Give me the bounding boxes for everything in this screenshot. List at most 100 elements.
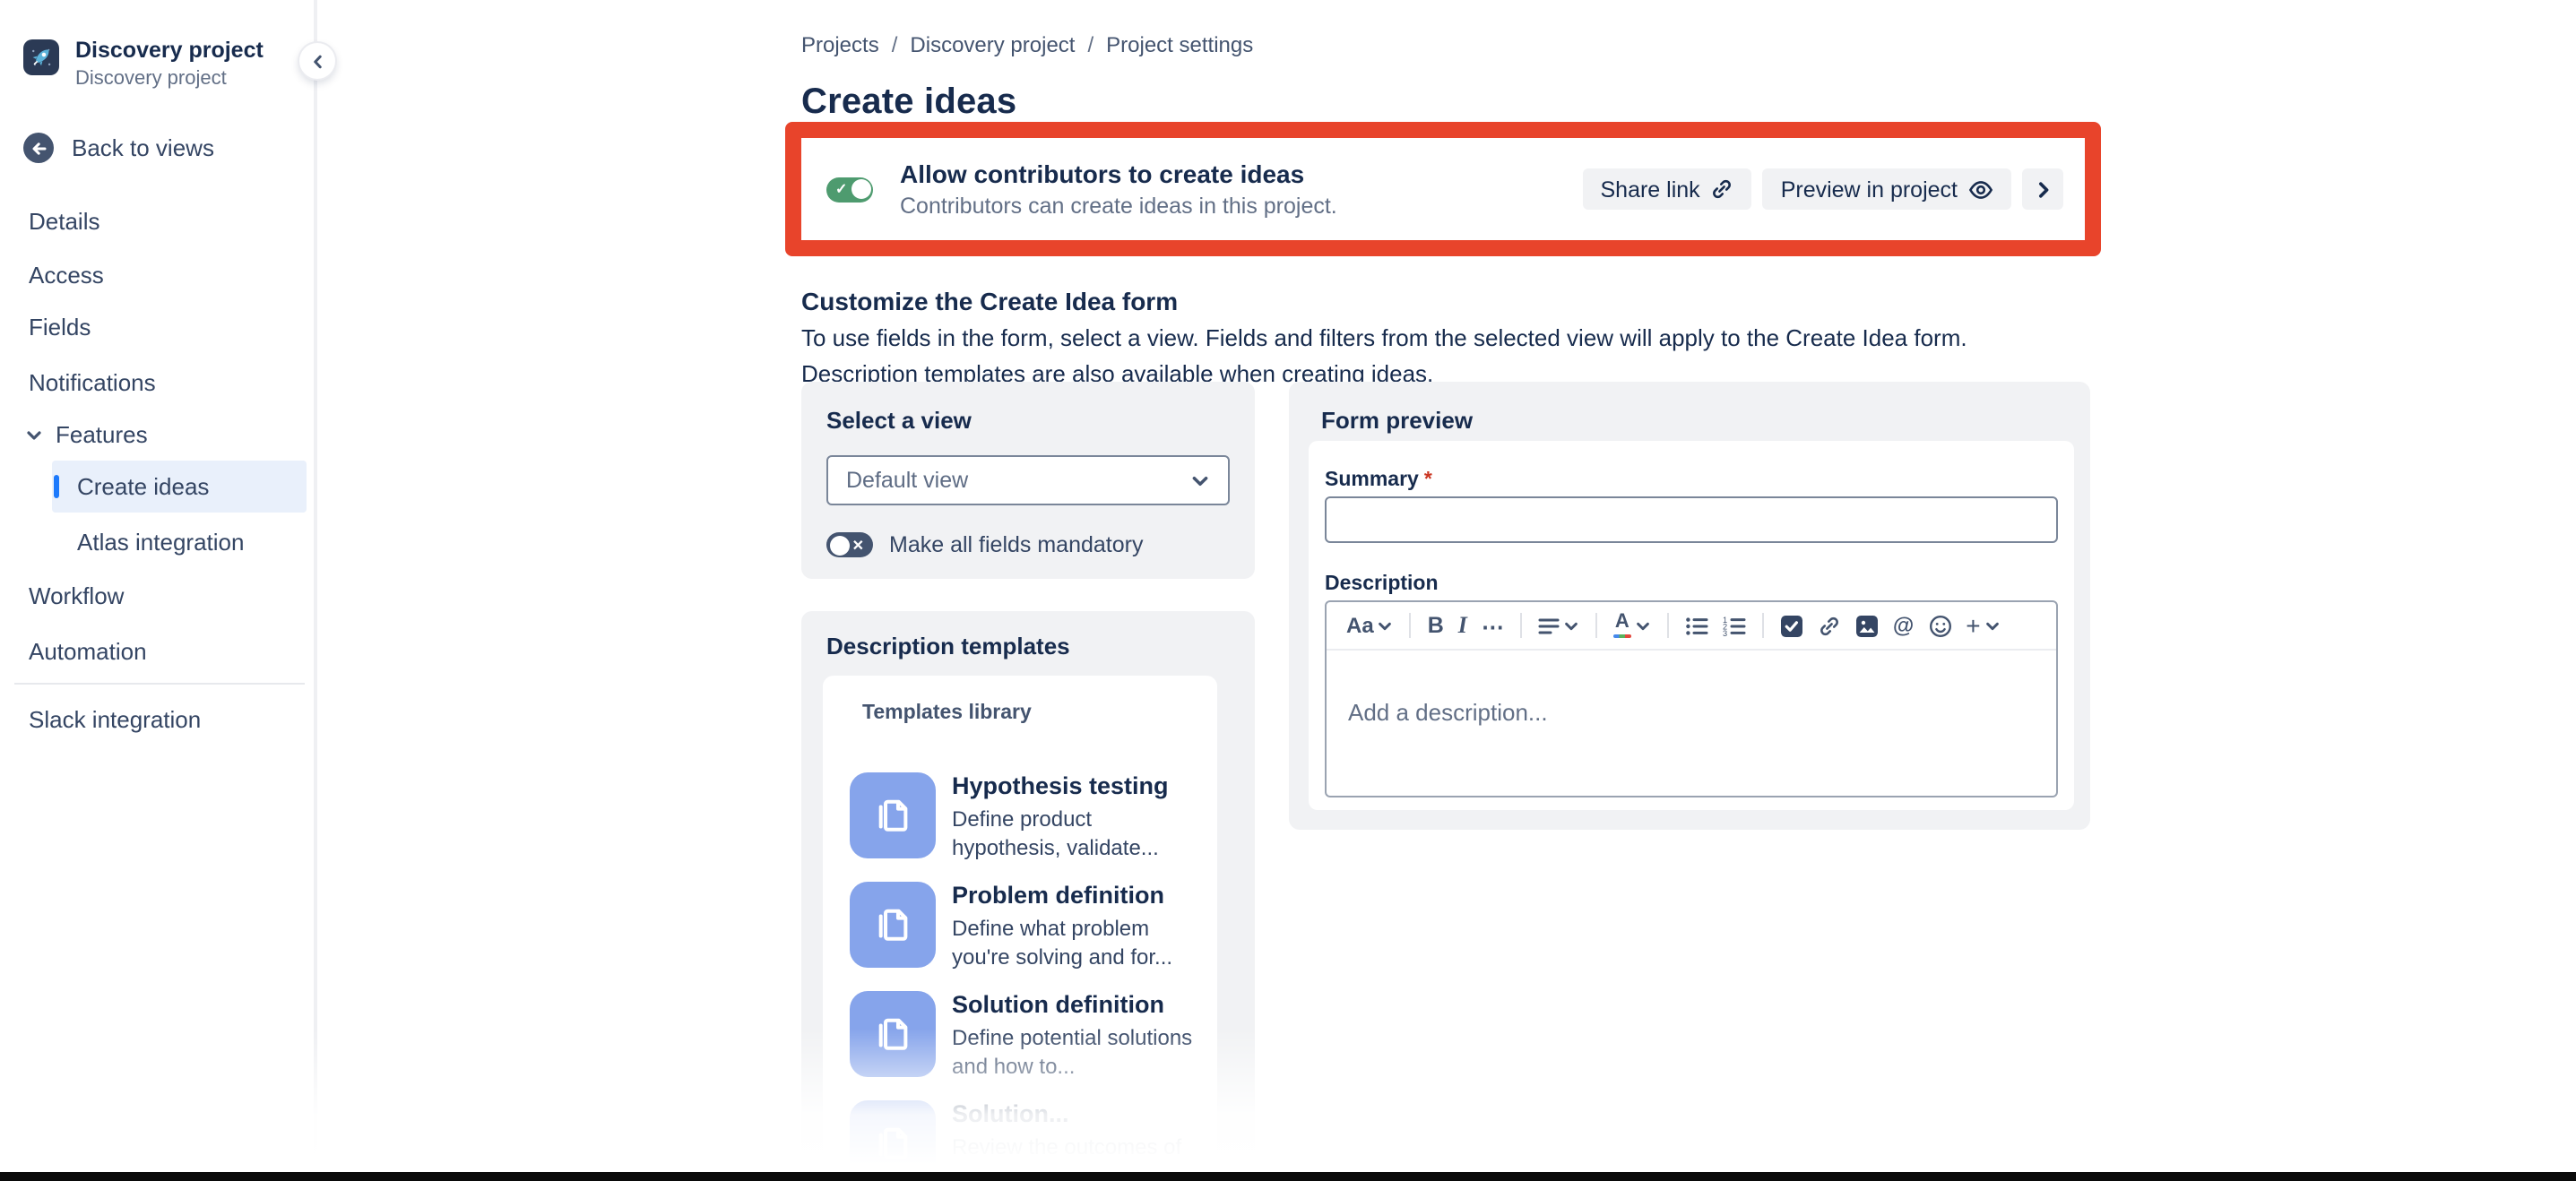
chevron-left-icon — [309, 53, 325, 69]
emoji-button[interactable] — [1921, 608, 1958, 643]
view-select-dropdown[interactable]: Default view — [826, 455, 1230, 505]
template-item-problem-definition[interactable]: Problem definition Define what problem y… — [850, 882, 1197, 972]
sidebar-item-create-ideas[interactable]: Create ideas — [52, 461, 307, 513]
description-templates-heading: Description templates — [826, 633, 1230, 659]
allow-contributors-toggle[interactable]: ✓ — [826, 177, 873, 202]
template-item-hypothesis-testing[interactable]: Hypothesis testing Define product hypoth… — [850, 772, 1197, 863]
sidebar-item-workflow[interactable]: Workflow — [0, 570, 307, 622]
description-label: Description — [1325, 573, 1439, 595]
bullet-list-icon — [1685, 616, 1708, 635]
templates-list-panel: Templates library Hypothesis testing Def… — [823, 676, 1217, 1181]
banner-title: Allow contributors to create ideas — [900, 159, 1337, 188]
preview-in-project-button[interactable]: Preview in project — [1763, 168, 2011, 210]
form-preview-panel: Summary* Description Aa B I ⋯ — [1309, 441, 2074, 810]
project-subtitle: Discovery project — [75, 68, 264, 90]
text-color-button[interactable]: A — [1606, 608, 1658, 643]
chevron-down-icon — [1635, 617, 1651, 634]
sidebar-item-notifications[interactable]: Notifications — [0, 357, 307, 409]
numbered-list-button[interactable]: 123 — [1716, 608, 1753, 643]
insert-link-button[interactable] — [1811, 608, 1848, 643]
summary-label: Summary* — [1325, 470, 1432, 491]
sidebar-collapse-button[interactable] — [299, 43, 335, 79]
select-view-heading: Select a view — [826, 407, 1230, 434]
sidebar-item-details[interactable]: Details — [0, 195, 307, 247]
sidebar-item-access[interactable]: Access — [0, 249, 307, 301]
insert-more-button[interactable]: + — [1958, 608, 2007, 643]
form-preview-heading: Form preview — [1321, 407, 2058, 434]
form-preview-card: Form preview Summary* Description Aa B I — [1289, 382, 2090, 830]
description-placeholder[interactable]: Add a description... — [1348, 699, 2056, 726]
template-item-solution-review[interactable]: Solution... Review the outcomes of a par… — [850, 1100, 1197, 1181]
check-icon: ✓ — [835, 177, 847, 202]
cross-icon: ✕ — [852, 532, 864, 557]
template-pages-icon — [850, 772, 936, 858]
summary-input[interactable] — [1325, 496, 2058, 543]
bold-button[interactable]: B — [1421, 608, 1451, 643]
emoji-icon — [1928, 614, 1951, 637]
more-formatting-button[interactable]: ⋯ — [1474, 608, 1511, 643]
app-window: Discovery project Discovery project Back… — [0, 0, 2576, 1181]
italic-button[interactable]: I — [1451, 608, 1474, 643]
project-name: Discovery project — [75, 39, 264, 65]
chevron-down-icon — [1563, 617, 1579, 634]
image-icon — [1855, 614, 1879, 637]
breadcrumb: Projects / Discovery project / Project s… — [801, 32, 1253, 57]
templates-library-label: Templates library — [862, 703, 1032, 724]
bottom-screen-bar — [0, 1172, 2576, 1181]
bullet-list-button[interactable] — [1678, 608, 1716, 643]
template-pages-icon — [850, 991, 936, 1077]
project-header: Discovery project Discovery project — [23, 39, 264, 90]
back-arrow-icon — [23, 133, 54, 163]
mandatory-fields-toggle[interactable]: ✕ — [826, 532, 873, 557]
breadcrumb-discovery-project[interactable]: Discovery project — [910, 32, 1075, 57]
required-asterisk: * — [1424, 470, 1432, 491]
back-to-views-label: Back to views — [72, 134, 214, 161]
alignment-button[interactable] — [1531, 608, 1586, 643]
link-icon — [1818, 614, 1841, 637]
chevron-down-icon — [1190, 470, 1210, 490]
chevron-down-icon — [25, 426, 43, 444]
mandatory-toggle-label: Make all fields mandatory — [889, 532, 1143, 557]
eye-icon — [1968, 178, 1993, 200]
project-title-block: Discovery project Discovery project — [75, 39, 264, 90]
project-settings-sidebar: Discovery project Discovery project Back… — [0, 0, 317, 1181]
view-select-value: Default view — [846, 468, 968, 493]
template-pages-icon — [850, 1100, 936, 1181]
contributors-banner-highlighted: ✓ Allow contributors to create ideas Con… — [785, 122, 2101, 256]
chevron-right-icon — [2034, 180, 2052, 198]
sidebar-item-features[interactable]: Features — [0, 409, 307, 461]
chevron-down-icon — [1984, 617, 2001, 634]
banner-next-button[interactable] — [2022, 168, 2063, 210]
template-item-solution-definition[interactable]: Solution definition Define potential sol… — [850, 991, 1197, 1082]
breadcrumb-projects[interactable]: Projects — [801, 32, 879, 57]
customize-heading: Customize the Create Idea form — [801, 286, 1178, 315]
insert-image-button[interactable] — [1848, 608, 1886, 643]
bottom-fade-overlay — [0, 1029, 2576, 1172]
svg-text:3: 3 — [1723, 628, 1727, 635]
text-style-button[interactable]: Aa — [1339, 608, 1401, 643]
mention-button[interactable]: @ — [1886, 608, 1921, 643]
page-title: Create ideas — [801, 83, 1016, 125]
sidebar-item-automation[interactable]: Automation — [0, 625, 307, 677]
numbered-list-icon: 123 — [1723, 616, 1746, 635]
align-left-icon — [1538, 616, 1560, 635]
back-to-views-button[interactable]: Back to views — [23, 133, 214, 163]
sidebar-item-slack-integration[interactable]: Slack integration — [0, 694, 307, 746]
breadcrumb-project-settings[interactable]: Project settings — [1106, 32, 1253, 57]
chevron-down-icon — [1378, 617, 1394, 634]
sidebar-item-fields[interactable]: Fields — [0, 301, 307, 353]
project-avatar-rocket-icon — [23, 39, 59, 75]
share-link-button[interactable]: Share link — [1583, 168, 1752, 210]
description-editor: Aa B I ⋯ A — [1325, 600, 2058, 797]
selected-indicator — [54, 475, 59, 498]
sidebar-divider — [14, 683, 305, 685]
text-color-icon: A — [1613, 613, 1631, 639]
sidebar-item-atlas-integration[interactable]: Atlas integration — [0, 516, 307, 568]
editor-toolbar: Aa B I ⋯ A — [1327, 602, 2056, 651]
task-checkbox-button[interactable] — [1773, 608, 1811, 643]
checkbox-icon — [1780, 614, 1803, 637]
description-templates-card: Description templates Templates library … — [801, 611, 1255, 1181]
banner-subtitle: Contributors can create ideas in this pr… — [900, 194, 1337, 219]
link-icon — [1711, 177, 1734, 201]
select-view-card: Select a view Default view ✕ Make all fi… — [801, 382, 1255, 579]
